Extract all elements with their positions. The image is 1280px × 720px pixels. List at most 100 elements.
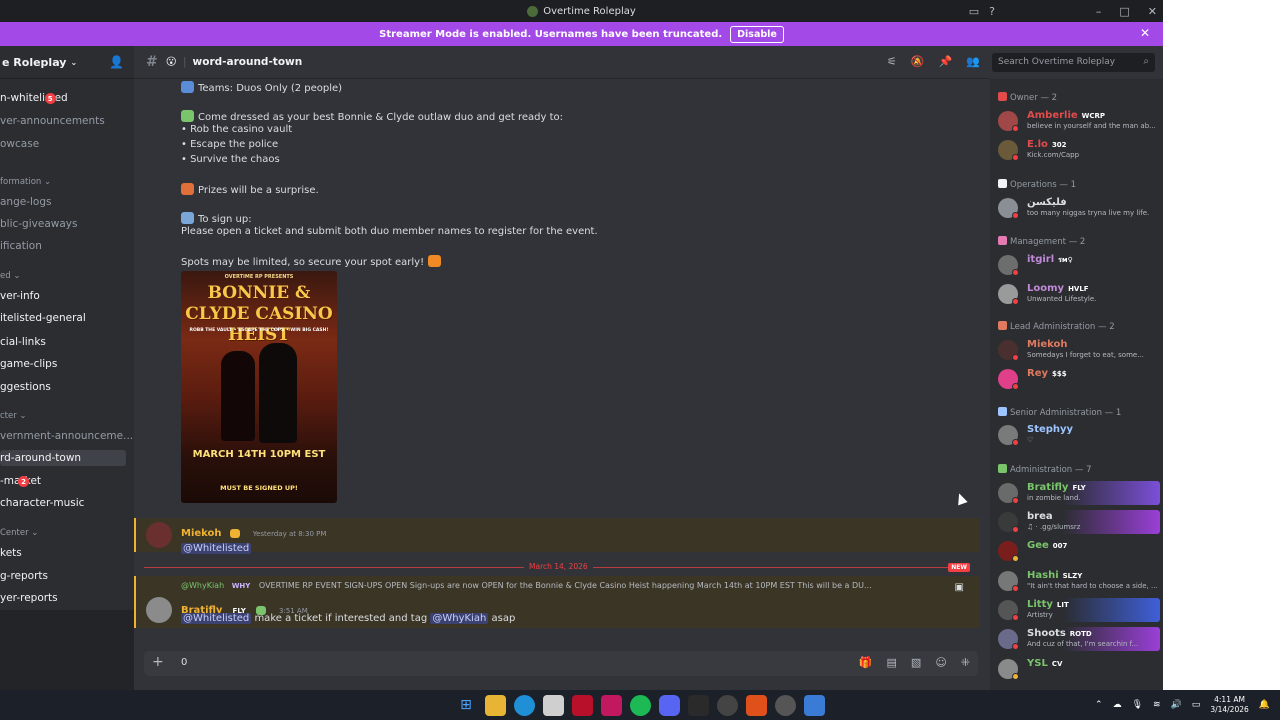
member-item[interactable]: E.lo 302 Kick.com/Capp bbox=[998, 138, 1160, 162]
cloud-icon[interactable]: ☁ bbox=[1113, 700, 1122, 710]
composer-input[interactable]: 0 bbox=[181, 657, 187, 668]
channel-item[interactable]: g-reports bbox=[0, 570, 48, 582]
spotify-icon[interactable] bbox=[629, 694, 651, 716]
search-placeholder: Search Overtime Roleplay bbox=[998, 57, 1116, 67]
channel-item[interactable]: ange-logs bbox=[0, 196, 51, 208]
media-player-icon[interactable] bbox=[774, 694, 796, 716]
role-mention[interactable]: @Whitelisted bbox=[181, 613, 252, 624]
app-icon-pink[interactable] bbox=[600, 694, 622, 716]
channel-category[interactable]: formation ⌄ bbox=[0, 177, 51, 187]
channel-category[interactable]: Center ⌄ bbox=[0, 528, 38, 538]
app-icon-red[interactable] bbox=[571, 694, 593, 716]
notepad-icon[interactable] bbox=[542, 694, 564, 716]
chrome-icon[interactable] bbox=[716, 694, 738, 716]
channel-category[interactable]: ed ⌄ bbox=[0, 271, 20, 281]
channel-item[interactable]: owcase bbox=[0, 138, 39, 150]
message-composer[interactable]: + 0 🎁 ▤ ▧ ☺ ⁜ bbox=[144, 651, 978, 676]
microphone-icon[interactable]: 🎙 bbox=[1132, 700, 1143, 710]
member-item[interactable]: Bratifly FLY in zombie land. bbox=[998, 481, 1160, 505]
invite-icon[interactable]: 👤 bbox=[109, 55, 124, 69]
member-item[interactable]: فليكسن too many niggas tryna live my life… bbox=[998, 196, 1160, 220]
channel-item[interactable]: ver-info bbox=[0, 290, 40, 302]
file-explorer-icon[interactable] bbox=[484, 694, 506, 716]
start-icon[interactable]: ⊞ bbox=[456, 695, 477, 716]
channel-item[interactable]: ver-announcements bbox=[0, 115, 105, 127]
member-name-text: Bratifly bbox=[1027, 482, 1069, 493]
notification-bell-icon[interactable]: 🔕 bbox=[911, 55, 925, 68]
channel-item[interactable]: itelisted-general bbox=[0, 312, 86, 324]
search-input[interactable]: Search Overtime Roleplay ⌕ bbox=[992, 53, 1155, 72]
reply-preview[interactable]: @WhyKiah WHY OVERTIME RP EVENT SIGN-UPS … bbox=[181, 581, 941, 590]
channel-item[interactable]: yer-reports bbox=[0, 592, 58, 604]
channel-item[interactable]: ggestions bbox=[0, 381, 51, 393]
role-mention[interactable]: @Whitelisted bbox=[181, 543, 252, 554]
member-name: Hashi SLZY bbox=[1027, 570, 1082, 581]
add-attachment-icon[interactable]: + bbox=[152, 654, 164, 670]
close-window-button[interactable]: ✕ bbox=[1148, 5, 1157, 18]
minimize-button[interactable]: – bbox=[1096, 5, 1102, 18]
app-icon-dark[interactable] bbox=[687, 694, 709, 716]
channel-item[interactable]: rd-around-town bbox=[0, 450, 126, 466]
apps-icon[interactable]: ⁜ bbox=[961, 656, 970, 669]
channel-item[interactable]: kets bbox=[0, 547, 22, 559]
member-item[interactable]: Gee 007 bbox=[998, 539, 1160, 563]
member-status: Unwanted Lifestyle. bbox=[1027, 295, 1097, 303]
wifi-icon[interactable]: ≋ bbox=[1153, 700, 1161, 710]
new-badge: NEW bbox=[948, 563, 970, 572]
member-tag: $$$ bbox=[1052, 370, 1067, 378]
gift-icon[interactable]: 🎁 bbox=[859, 656, 873, 669]
member-item[interactable]: YSL CV bbox=[998, 657, 1160, 681]
member-item[interactable]: Miekoh Somedays I forget to eat, some... bbox=[998, 338, 1160, 362]
channel-label: formation bbox=[0, 177, 42, 187]
threads-icon[interactable]: ⚟ bbox=[887, 55, 897, 68]
event-poster-image[interactable]: OVERTIME RP PRESENTS BONNIE & CLYDE CASI… bbox=[181, 271, 337, 503]
member-name: Bratifly FLY bbox=[1027, 482, 1086, 493]
member-item[interactable]: Amberlie WCRP believe in yourself and the … bbox=[998, 109, 1160, 133]
user-mention[interactable]: @WhyKiah bbox=[430, 613, 489, 624]
member-item[interactable]: Loomy HVLF Unwanted Lifestyle. bbox=[998, 282, 1160, 306]
volume-icon[interactable]: 🔊 bbox=[1171, 700, 1182, 710]
server-header[interactable]: e Roleplay ⌄ 👤 bbox=[0, 46, 134, 79]
member-name-text: Shoots bbox=[1027, 628, 1066, 639]
discord-icon[interactable] bbox=[658, 694, 680, 716]
pin-icon[interactable]: 📌 bbox=[939, 55, 953, 68]
inbox-icon[interactable]: ▭ bbox=[969, 5, 979, 18]
avatar[interactable] bbox=[146, 522, 172, 548]
member-item[interactable]: Litty LIT Artistry bbox=[998, 598, 1160, 622]
avatar[interactable] bbox=[146, 597, 172, 623]
close-banner-icon[interactable]: ✕ bbox=[1140, 26, 1150, 40]
member-item[interactable]: itgirl รм♀ bbox=[998, 253, 1160, 277]
member-list-icon[interactable]: 👥 bbox=[966, 55, 980, 68]
member-item[interactable]: Shoots ROTD And cuz of that, I'm searchin … bbox=[998, 627, 1160, 651]
photos-icon[interactable] bbox=[803, 694, 825, 716]
gif-icon[interactable]: ▤ bbox=[887, 656, 897, 669]
channel-item[interactable]: ification bbox=[0, 240, 42, 252]
maximize-button[interactable]: □ bbox=[1119, 5, 1129, 18]
sticker-icon[interactable]: ▧ bbox=[911, 656, 921, 669]
member-item[interactable]: Stephyy ♡ bbox=[998, 423, 1160, 447]
channel-label: ification bbox=[0, 240, 42, 252]
member-item[interactable]: Rey $$$ bbox=[998, 367, 1160, 391]
battery-icon[interactable]: ▭ bbox=[1192, 700, 1201, 710]
status-dot bbox=[1012, 125, 1019, 132]
member-item[interactable]: Hashi SLZY "It ain't that hard to choose a… bbox=[998, 569, 1160, 593]
emoji-icon[interactable]: ☺ bbox=[935, 656, 946, 669]
chevron-up-icon[interactable]: ⌃ bbox=[1095, 700, 1103, 710]
app-icon-orange[interactable] bbox=[745, 694, 767, 716]
channel-item[interactable]: vernment-announceme... bbox=[0, 430, 133, 442]
member-item[interactable]: brea ♫ · .gg/slumsrz bbox=[998, 510, 1160, 534]
help-icon[interactable]: ? bbox=[989, 5, 995, 18]
channel-label: Center bbox=[0, 528, 29, 538]
channel-item[interactable]: -market2 bbox=[0, 475, 41, 487]
channel-item[interactable]: character-music bbox=[0, 497, 84, 509]
channel-item[interactable]: n-whitelisted 5 bbox=[0, 92, 68, 104]
unread-badge: 5 bbox=[44, 93, 56, 104]
channel-category[interactable]: cter ⌄ bbox=[0, 411, 27, 421]
notification-icon[interactable]: 🔔 bbox=[1259, 700, 1270, 710]
disable-streamer-button[interactable]: Disable bbox=[730, 25, 784, 43]
channel-item[interactable]: game-clips bbox=[0, 358, 57, 370]
edge-icon[interactable] bbox=[513, 694, 535, 716]
channel-item[interactable]: blic-giveaways bbox=[0, 218, 77, 230]
clock[interactable]: 4:11 AM 3/14/2026 bbox=[1210, 695, 1248, 715]
channel-item[interactable]: cial-links bbox=[0, 336, 46, 348]
